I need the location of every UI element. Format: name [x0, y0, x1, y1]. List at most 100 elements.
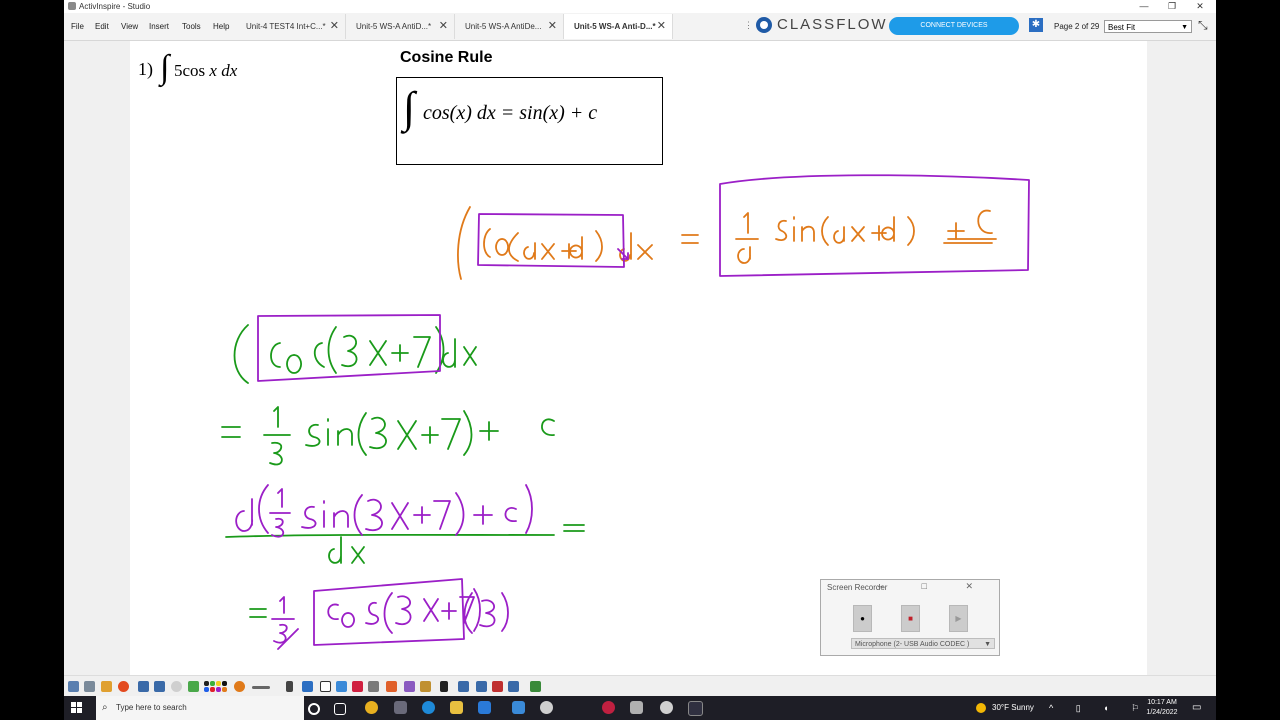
- tab-flipchart-3[interactable]: Unit-5 WS-A AntiDe... ✕: [455, 14, 564, 39]
- clear-icon[interactable]: [492, 681, 503, 692]
- resource-icon[interactable]: [420, 681, 431, 692]
- recorder-taskbar-icon[interactable]: [688, 701, 703, 716]
- cortana-icon[interactable]: [308, 703, 320, 715]
- classflow-logo-icon: [756, 17, 772, 33]
- settings-gear-icon[interactable]: [660, 701, 673, 714]
- edge-icon[interactable]: [422, 701, 435, 714]
- clock-time: 10:17 AM: [1147, 699, 1177, 706]
- connect-devices-button[interactable]: CONNECT DEVICES: [889, 17, 1019, 35]
- record-button[interactable]: ●: [853, 605, 872, 632]
- chevron-down-icon: ▼: [984, 641, 991, 648]
- close-icon[interactable]: ✕: [657, 14, 666, 39]
- clock-date: 1/24/2022: [1146, 709, 1178, 716]
- pen-width-slider[interactable]: [252, 686, 270, 689]
- mail-icon[interactable]: [512, 701, 525, 714]
- tab-flipchart-1[interactable]: Unit-4 TEST4 Int+C...* ✕: [236, 14, 346, 39]
- record-icon: ●: [860, 614, 865, 623]
- color-swatch-blue[interactable]: [204, 687, 209, 692]
- menu-insert[interactable]: Insert: [149, 13, 169, 40]
- reset-icon[interactable]: [171, 681, 182, 692]
- color-swatch-black[interactable]: [204, 681, 209, 686]
- zoom-value: Best Fit: [1108, 23, 1136, 32]
- tab-flipchart-4[interactable]: Unit-5 WS-A Anti-D...* ✕: [564, 14, 673, 39]
- folder-icon[interactable]: [101, 681, 112, 692]
- color-swatch-yellow[interactable]: [216, 681, 221, 686]
- activinspire-taskbar-icon[interactable]: [394, 701, 407, 714]
- tab-label: Unit-5 WS-A AntiD...*: [356, 22, 432, 31]
- tab-label: Unit-5 WS-A Anti-D...*: [574, 22, 656, 31]
- previous-page-icon[interactable]: [138, 681, 149, 692]
- stop-sign-icon[interactable]: [118, 681, 129, 692]
- shape-icon[interactable]: [404, 681, 415, 692]
- stop-button[interactable]: ■: [901, 605, 920, 632]
- zoom-select[interactable]: Best Fit ▼: [1104, 20, 1192, 33]
- app-icon: [68, 2, 76, 10]
- screen-recorder-panel: Screen Recorder – □ ✕ ● ■ ▶ Microphone (…: [820, 579, 1000, 656]
- color-swatch-orange[interactable]: [222, 687, 227, 692]
- text-tool-icon[interactable]: [440, 681, 448, 692]
- play-icon: ▶: [955, 614, 962, 623]
- redo-icon[interactable]: [508, 681, 519, 692]
- file-explorer-icon[interactable]: [450, 701, 463, 714]
- fullscreen-icon[interactable]: ⤡: [1198, 18, 1208, 33]
- play-button[interactable]: ▶: [949, 605, 968, 632]
- app-icon-red[interactable]: [602, 701, 615, 714]
- menu-edit[interactable]: Edit: [95, 13, 109, 40]
- snowflake-icon[interactable]: ✱: [1029, 18, 1043, 32]
- app-icon-gray[interactable]: [630, 701, 643, 714]
- page-indicator: Page 2 of 29: [1054, 22, 1100, 31]
- weather-text[interactable]: 30°F Sunny: [992, 696, 1034, 720]
- color-swatch-red[interactable]: [210, 687, 215, 692]
- search-placeholder: Type here to search: [116, 703, 187, 712]
- menu-tab-bar: File Edit View Insert Tools Help Unit-4 …: [64, 13, 1216, 41]
- menu-file[interactable]: File: [71, 13, 84, 40]
- minimize-button[interactable]: —: [1130, 0, 1158, 13]
- next-page-icon[interactable]: [154, 681, 165, 692]
- bottom-toolbox: [64, 675, 1216, 697]
- menu-tools[interactable]: Tools: [182, 13, 201, 40]
- general-rule-ink: [457, 206, 997, 280]
- connector-icon[interactable]: [458, 681, 469, 692]
- weather-sun-icon: [976, 703, 986, 713]
- toolbox-settings-icon[interactable]: [530, 681, 541, 692]
- marquee-icon[interactable]: [302, 681, 313, 692]
- maximize-button[interactable]: ❐: [1158, 0, 1186, 13]
- close-icon[interactable]: ✕: [330, 14, 339, 39]
- color-swatch-green[interactable]: [210, 681, 215, 686]
- clock[interactable]: 10:17 AM 1/24/2022: [1142, 698, 1182, 718]
- revealer-icon[interactable]: [368, 681, 379, 692]
- store-icon[interactable]: [478, 701, 491, 714]
- taskbar-search-input[interactable]: ⌕ Type here to search: [96, 696, 304, 720]
- menu-view[interactable]: View: [121, 13, 138, 40]
- pen-tool-icon[interactable]: [320, 681, 331, 692]
- color-swatch-purple[interactable]: [216, 687, 221, 692]
- globe-icon[interactable]: [540, 701, 553, 714]
- close-window-button[interactable]: ✕: [1186, 0, 1214, 13]
- color-swatch-dark[interactable]: [222, 681, 227, 686]
- chevron-down-icon: ▼: [1181, 24, 1188, 31]
- undo-icon[interactable]: [476, 681, 487, 692]
- task-view-icon[interactable]: [334, 703, 346, 715]
- page-icon[interactable]: [188, 681, 199, 692]
- main-menu-icon[interactable]: [68, 681, 79, 692]
- pen-width-icon[interactable]: [234, 681, 245, 692]
- more-options-icon[interactable]: ⋮: [744, 20, 753, 31]
- system-tray-icons[interactable]: ^ ▯ ◖ ⚐: [1049, 696, 1149, 720]
- close-icon[interactable]: ✕: [548, 14, 557, 39]
- browser-icon[interactable]: [84, 681, 95, 692]
- select-tool-icon[interactable]: [286, 681, 293, 692]
- recorder-window-controls[interactable]: – □ ✕: [878, 581, 991, 592]
- fill-icon[interactable]: [386, 681, 397, 692]
- menu-help[interactable]: Help: [213, 13, 229, 40]
- microphone-select[interactable]: Microphone (2- USB Audio CODEC ) ▼: [851, 638, 995, 649]
- activinspire-window: ActivInspire - Studio — ❐ ✕ File Edit Vi…: [64, 0, 1216, 720]
- eraser-icon[interactable]: [352, 681, 363, 692]
- close-icon[interactable]: ✕: [439, 14, 448, 39]
- notification-icon[interactable]: ▭: [1192, 702, 1201, 713]
- tab-label: Unit-4 TEST4 Int+C...*: [246, 22, 326, 31]
- tab-flipchart-2[interactable]: Unit-5 WS-A AntiD...* ✕: [346, 14, 455, 39]
- general-rule-boxes: [477, 174, 1030, 277]
- highlighter-icon[interactable]: [336, 681, 347, 692]
- chrome-icon[interactable]: [365, 701, 378, 714]
- windows-start-icon[interactable]: [71, 702, 83, 714]
